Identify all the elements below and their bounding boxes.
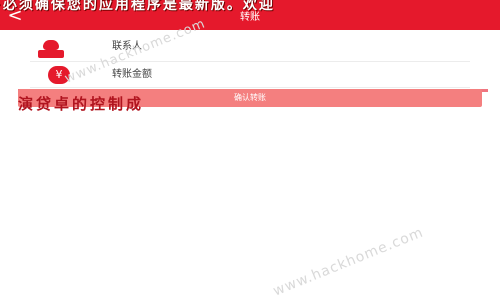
contact-icon xyxy=(38,40,64,58)
amount-label: 转账金额 xyxy=(112,69,152,80)
overlay-banner-mid: 演贷卓的控制成 xyxy=(18,95,145,113)
watermark-bottom: www.hackhome.com xyxy=(270,224,426,300)
screen: < 转账 ·必须确保您的应用程序是最新版。欢迎 联系人 ¥ 转账金额 确认转账 … xyxy=(0,0,500,300)
overlay-banner-top: ·必须确保您的应用程序是最新版。欢迎 xyxy=(0,0,275,13)
